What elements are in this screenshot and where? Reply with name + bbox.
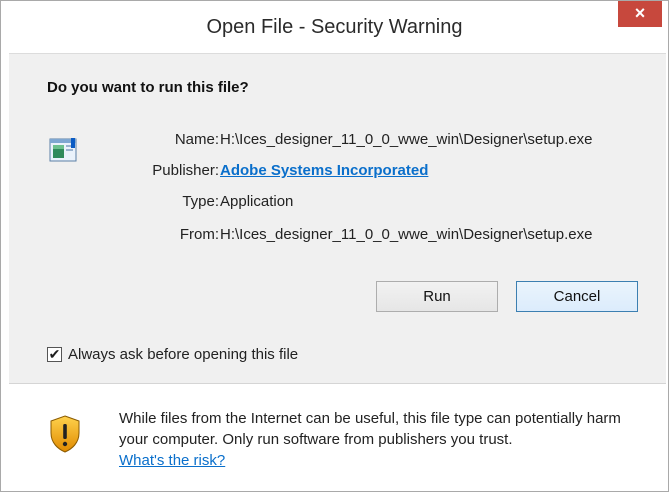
- security-warning-dialog: Open File - Security Warning × Do you wa…: [0, 0, 669, 492]
- close-icon: ×: [634, 3, 646, 23]
- type-value: Application: [220, 193, 294, 210]
- type-label: Type:: [182, 193, 219, 210]
- field-row-name: Name: H:\Ices_designer_11_0_0_wwe_win\De…: [9, 131, 666, 153]
- publisher-label: Publisher:: [152, 162, 219, 179]
- publisher-link[interactable]: Adobe Systems Incorporated: [220, 162, 428, 179]
- name-label: Name:: [174, 131, 219, 148]
- from-value: H:\Ices_designer_11_0_0_wwe_win\Designer…: [220, 226, 593, 243]
- warning-message: While files from the Internet can be use…: [119, 408, 649, 471]
- dialog-content: Do you want to run this file? Name: H:\I…: [9, 53, 666, 482]
- always-ask-checkbox[interactable]: ✔: [47, 347, 62, 362]
- field-row-type: Type: Application: [9, 193, 666, 215]
- cancel-button[interactable]: Cancel: [516, 281, 638, 312]
- title-bar[interactable]: Open File - Security Warning ×: [1, 1, 668, 53]
- dialog-question: Do you want to run this file?: [47, 79, 249, 96]
- always-ask-label[interactable]: Always ask before opening this file: [68, 346, 298, 363]
- run-button[interactable]: Run: [376, 281, 498, 312]
- warning-text: While files from the Internet can be use…: [119, 410, 621, 448]
- field-row-publisher: Publisher: Adobe Systems Incorporated: [9, 162, 666, 184]
- from-label: From:: [179, 226, 219, 243]
- name-value: H:\Ices_designer_11_0_0_wwe_win\Designer…: [220, 131, 593, 148]
- close-button[interactable]: ×: [618, 1, 662, 27]
- whats-the-risk-link[interactable]: What's the risk?: [119, 452, 225, 469]
- shield-warning-icon: [50, 415, 80, 453]
- warning-panel: While files from the Internet can be use…: [9, 384, 666, 482]
- window-title: Open File - Security Warning: [206, 16, 463, 38]
- checkmark-icon: ✔: [48, 346, 61, 362]
- field-row-from: From: H:\Ices_designer_11_0_0_wwe_win\De…: [9, 226, 666, 248]
